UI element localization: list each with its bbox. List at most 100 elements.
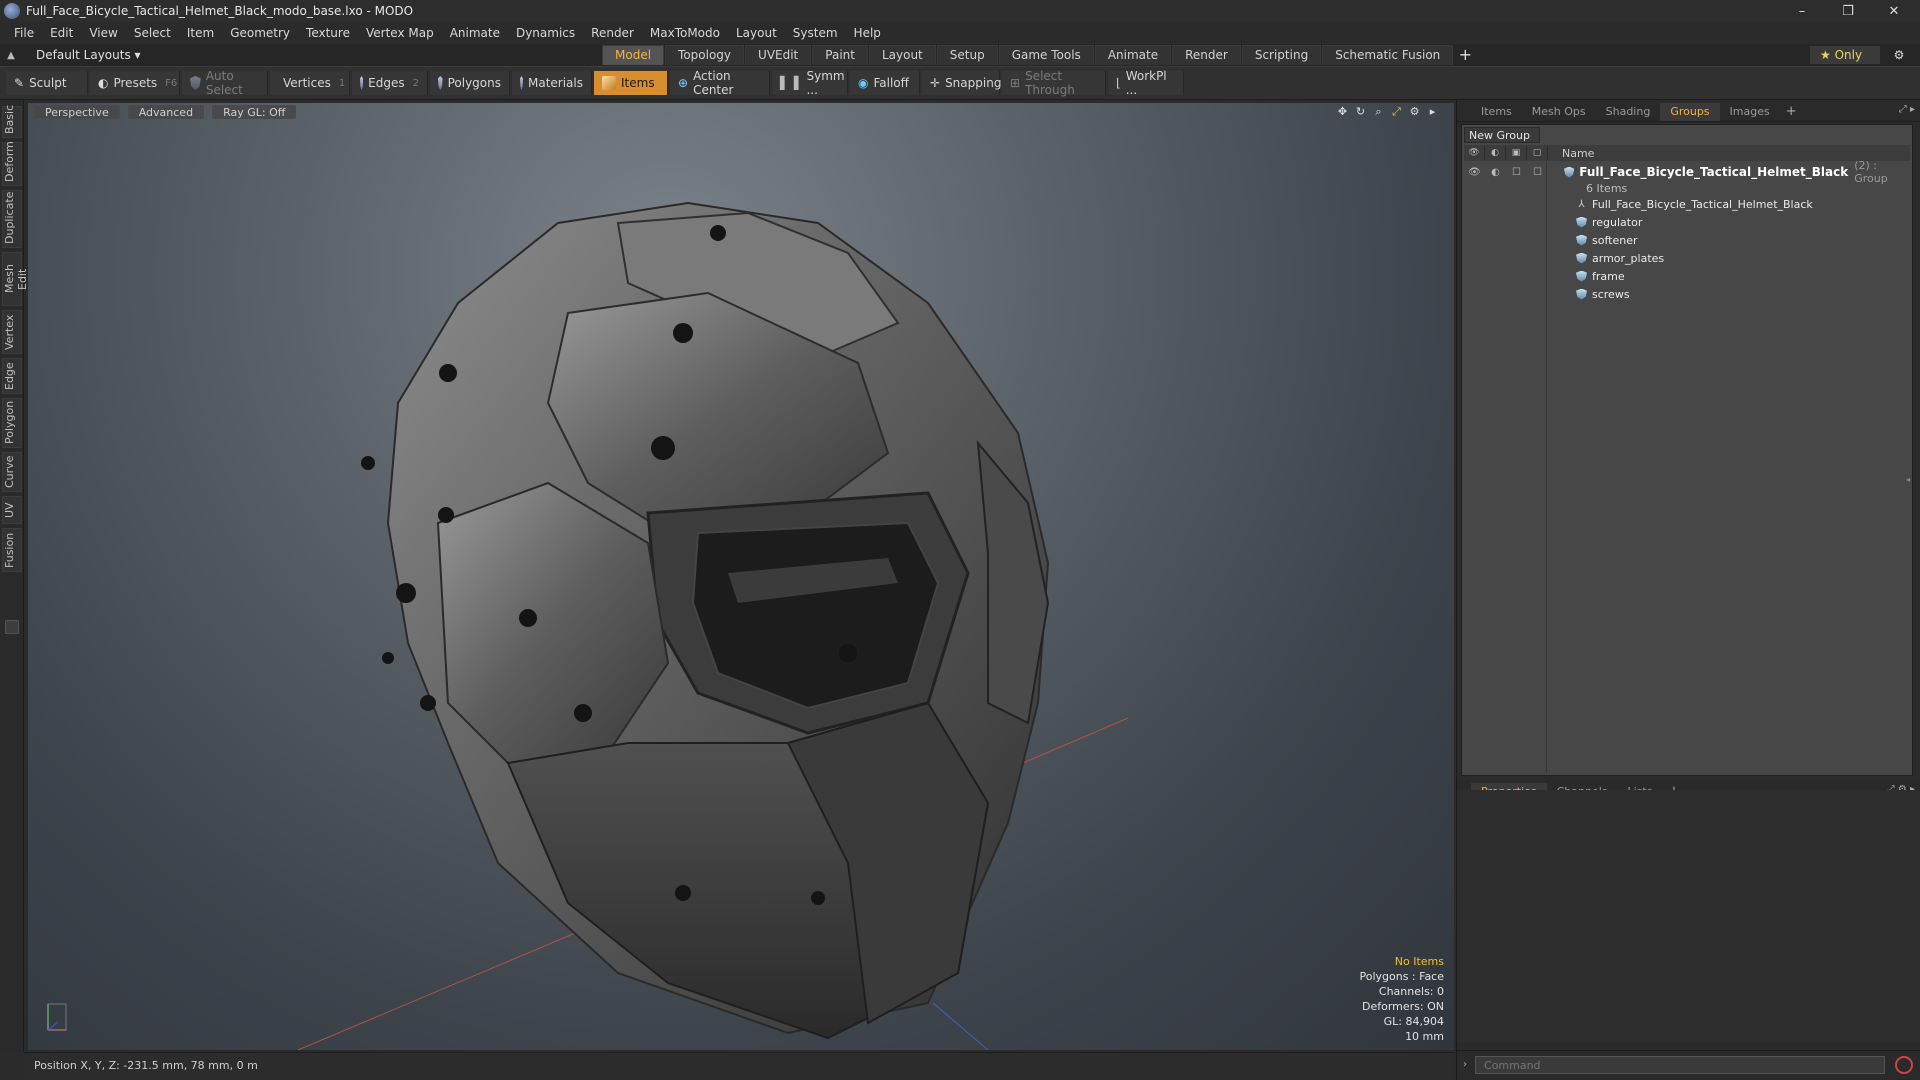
menu-select[interactable]: Select xyxy=(126,22,179,44)
tab-basic[interactable]: Basic xyxy=(2,105,22,138)
tab-mesh-edit[interactable]: Mesh Edit xyxy=(2,252,29,306)
new-group-button[interactable]: New Group xyxy=(1464,127,1540,143)
materials-button[interactable]: Materials xyxy=(512,71,592,95)
render-column-icon[interactable]: ◐ xyxy=(1485,146,1506,160)
tab-items[interactable]: Items xyxy=(1471,103,1522,121)
close-button[interactable]: ✕ xyxy=(1872,0,1916,22)
items-button[interactable]: Items xyxy=(594,71,668,95)
tab-edge[interactable]: Edge xyxy=(2,358,22,394)
tab-curve[interactable]: Curve xyxy=(2,452,22,492)
menu-file[interactable]: File xyxy=(6,22,42,44)
tab-schematic-fusion[interactable]: Schematic Fusion xyxy=(1322,45,1454,65)
lock-checkbox[interactable]: ☐ xyxy=(1506,167,1527,178)
vertices-button[interactable]: Vertices 1 xyxy=(270,71,350,95)
panel-expand-icon[interactable]: ⤢ ▸ xyxy=(1899,104,1915,115)
menu-layout[interactable]: Layout xyxy=(728,22,785,44)
raygl-button[interactable]: Ray GL: Off xyxy=(212,105,297,119)
menu-system[interactable]: System xyxy=(785,22,846,44)
viewport-settings-icon[interactable]: ⚙ xyxy=(1407,105,1422,119)
scroll-arrow-icon[interactable]: ◂ xyxy=(1906,475,1910,484)
tab-mesh-ops[interactable]: Mesh Ops xyxy=(1522,103,1596,121)
only-toggle[interactable]: ★ Only xyxy=(1810,46,1880,64)
visibility-column-icon[interactable]: 👁 xyxy=(1464,146,1485,160)
list-item[interactable]: armor_plates xyxy=(1464,249,1910,267)
tab-images[interactable]: Images xyxy=(1720,103,1780,121)
menu-help[interactable]: Help xyxy=(846,22,889,44)
select-through-button[interactable]: ⊞ Select Through xyxy=(1002,69,1106,97)
menu-view[interactable]: View xyxy=(81,22,125,44)
tab-uv[interactable]: UV xyxy=(2,496,22,524)
falloff-button[interactable]: ◉ Falloff xyxy=(850,71,920,95)
tab-layout[interactable]: Layout xyxy=(868,45,936,65)
position-readout: Position X, Y, Z: -231.5 mm, 78 mm, 0 m xyxy=(34,1059,258,1072)
gear-icon[interactable]: ⚙ xyxy=(1890,46,1908,64)
menu-vertex-map[interactable]: Vertex Map xyxy=(358,22,442,44)
name-column-header[interactable]: Name xyxy=(1548,147,1594,160)
rotate-icon[interactable]: ↻ xyxy=(1353,105,1368,119)
add-tab-button[interactable]: + xyxy=(1454,45,1476,65)
list-item[interactable]: ⅄ Full_Face_Bicycle_Tactical_Helmet_Blac… xyxy=(1464,195,1910,213)
tab-uvedit[interactable]: UVEdit xyxy=(745,45,812,65)
shading-mode-button[interactable]: Advanced xyxy=(127,105,205,119)
fit-icon[interactable]: ⤢ xyxy=(1389,105,1404,119)
list-item[interactable]: softener xyxy=(1464,231,1910,249)
tab-polygon[interactable]: Polygon xyxy=(2,398,22,448)
select-column-icon[interactable]: ▢ xyxy=(1527,146,1548,160)
workplane-button[interactable]: ⌊ WorkPl ... xyxy=(1108,69,1184,97)
list-item[interactable]: frame xyxy=(1464,267,1910,285)
tab-model[interactable]: Model xyxy=(602,45,665,65)
tab-setup[interactable]: Setup xyxy=(936,45,998,65)
viewport-expand-arrow-icon[interactable]: ▸ xyxy=(1425,105,1440,119)
lock-column-icon[interactable]: ▣ xyxy=(1506,146,1527,160)
tab-paint[interactable]: Paint xyxy=(812,45,868,65)
maximize-button[interactable]: ❐ xyxy=(1826,0,1870,22)
expand-tabs-icon[interactable] xyxy=(5,620,19,634)
tab-topology[interactable]: Topology xyxy=(665,45,745,65)
action-center-button[interactable]: ⊕ Action Center xyxy=(670,69,770,97)
add-panel-tab-button[interactable]: + xyxy=(1780,103,1803,121)
action-center-icon: ⊕ xyxy=(678,76,689,90)
tab-vertex[interactable]: Vertex xyxy=(2,310,22,354)
list-item[interactable]: regulator xyxy=(1464,213,1910,231)
command-input[interactable] xyxy=(1475,1056,1885,1074)
edges-button[interactable]: Edges 2 xyxy=(352,71,428,95)
menu-item[interactable]: Item xyxy=(179,22,222,44)
tab-groups[interactable]: Groups xyxy=(1660,103,1720,121)
select-checkbox[interactable]: ☐ xyxy=(1527,167,1548,178)
tab-scripting[interactable]: Scripting xyxy=(1241,45,1322,65)
menu-edit[interactable]: Edit xyxy=(42,22,81,44)
tab-shading[interactable]: Shading xyxy=(1596,103,1661,121)
group-row[interactable]: 👁 ◐ ☐ ☐ Full_Face_Bicycle_Tactical_Helme… xyxy=(1464,159,1910,185)
tab-render[interactable]: Render xyxy=(1172,45,1241,65)
symmetry-button[interactable]: ▌▐ Symm ... xyxy=(772,69,848,97)
tab-animate[interactable]: Animate xyxy=(1094,45,1172,65)
list-item[interactable]: screws xyxy=(1464,285,1910,303)
menu-maxtomodo[interactable]: MaxToModo xyxy=(642,22,728,44)
3d-viewport[interactable]: Perspective Advanced Ray GL: Off ✥ ↻ ⌕ ⤢… xyxy=(28,103,1454,1050)
pan-icon[interactable]: ✥ xyxy=(1335,105,1350,119)
tab-fusion[interactable]: Fusion xyxy=(2,528,22,572)
tab-game-tools[interactable]: Game Tools xyxy=(998,45,1094,65)
command-history-arrow-icon[interactable]: › xyxy=(1463,1059,1467,1070)
menu-dynamics[interactable]: Dynamics xyxy=(508,22,583,44)
collapse-toolbar-icon[interactable]: ▲ xyxy=(0,50,22,61)
brush-icon: ✎ xyxy=(14,76,25,90)
command-record-icon[interactable] xyxy=(1895,1056,1913,1074)
default-layouts-dropdown[interactable]: Default Layouts ▾ xyxy=(22,48,602,62)
zoom-icon[interactable]: ⌕ xyxy=(1371,105,1386,119)
sculpt-button[interactable]: ✎ Sculpt xyxy=(6,71,88,95)
presets-button[interactable]: ◐ Presets F6 xyxy=(90,71,180,95)
auto-select-button[interactable]: Auto Select xyxy=(182,69,268,97)
tab-deform[interactable]: Deform xyxy=(2,141,22,186)
polygons-button[interactable]: Polygons xyxy=(430,71,510,95)
minimize-button[interactable]: – xyxy=(1780,0,1824,22)
menu-texture[interactable]: Texture xyxy=(298,22,358,44)
visibility-eye-icon[interactable]: 👁 xyxy=(1464,167,1485,178)
snapping-button[interactable]: ✛ Snapping xyxy=(922,71,1001,95)
menu-render[interactable]: Render xyxy=(583,22,642,44)
perspective-button[interactable]: Perspective xyxy=(34,105,120,119)
render-toggle-icon[interactable]: ◐ xyxy=(1485,167,1506,178)
menu-animate[interactable]: Animate xyxy=(442,22,508,44)
menu-geometry[interactable]: Geometry xyxy=(222,22,298,44)
tab-duplicate[interactable]: Duplicate xyxy=(2,190,22,248)
